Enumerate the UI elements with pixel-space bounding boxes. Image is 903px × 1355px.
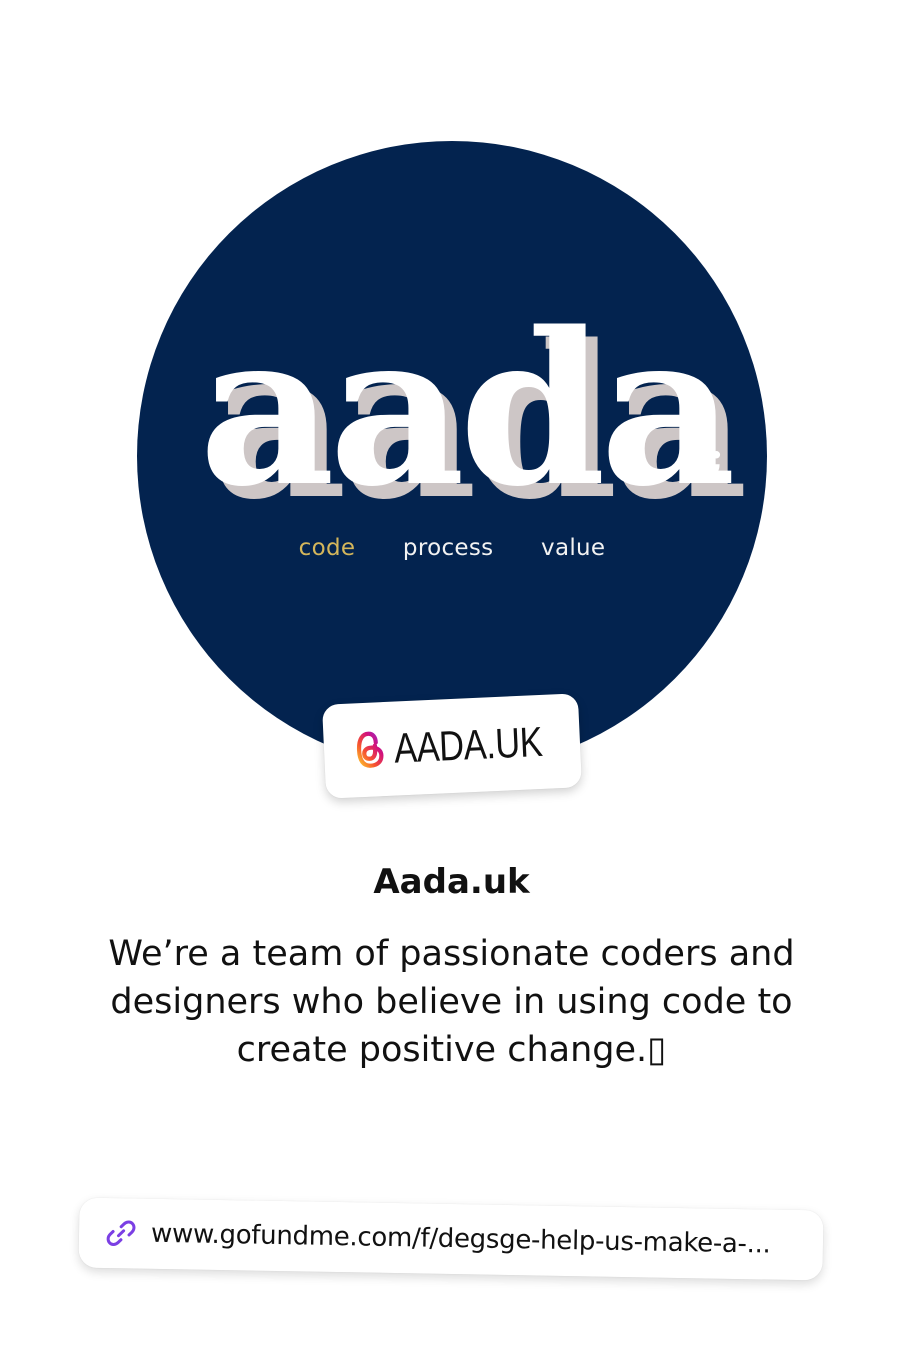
tagline-code: code (298, 535, 356, 561)
link-icon (106, 1220, 136, 1246)
logo-semicolon: ; (709, 434, 724, 481)
aada-logo: aada aada ; (137, 291, 767, 521)
tagline-process: process (402, 535, 494, 561)
tagline-value: value (541, 535, 606, 561)
profile-bio: We’re a team of passionate coders and de… (80, 930, 823, 1074)
external-link-card[interactable]: www.gofundme.com/f/degsge-help-us-make-a… (78, 1197, 824, 1281)
profile-page: aada aada ; code process value AADA.UK A… (0, 0, 903, 1355)
logo-main: aada (199, 291, 732, 521)
bio-line: create positive change.▯ (236, 1030, 667, 1070)
logo-tagline: code process value (137, 535, 767, 561)
link-url: www.gofundme.com/f/degsge-help-us-make-a… (150, 1218, 771, 1260)
threads-handle-badge[interactable]: AADA.UK (321, 693, 583, 799)
profile-name: Aada.uk (373, 862, 530, 902)
profile-avatar: aada aada ; code process value (137, 141, 767, 771)
bio-line: designers who believe in using code to (110, 982, 793, 1022)
threads-handle-text: AADA.UK (392, 717, 544, 772)
threads-icon (356, 731, 384, 768)
bio-line: We’re a team of passionate coders and (108, 934, 795, 974)
